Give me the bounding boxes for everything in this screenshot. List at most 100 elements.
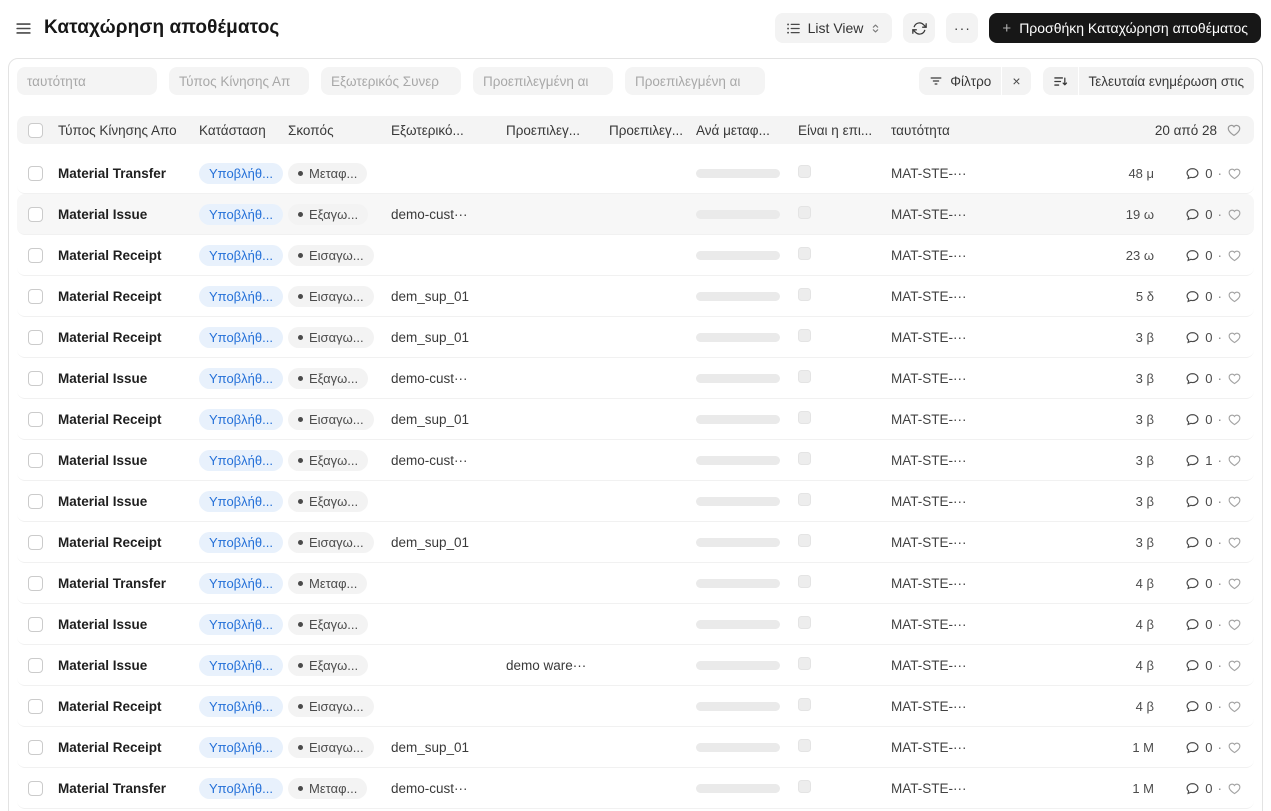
table-row[interactable]: Material Receipt Υποβλήθ... Εισαγω... MA…	[17, 235, 1254, 276]
comment-bubble-icon[interactable]	[1185, 166, 1200, 181]
entry-type-link[interactable]: Material Receipt	[58, 535, 199, 550]
entry-type-link[interactable]: Material Receipt	[58, 740, 199, 755]
heart-icon[interactable]	[1227, 248, 1242, 263]
row-checkbox[interactable]	[28, 206, 43, 222]
comment-count[interactable]: 0	[1205, 781, 1212, 796]
comment-count[interactable]: 0	[1205, 207, 1212, 222]
document-id[interactable]: MAT-STE-···	[891, 494, 1102, 509]
entry-type-link[interactable]: Material Issue	[58, 371, 199, 386]
document-id[interactable]: MAT-STE-···	[891, 576, 1102, 591]
row-checkbox[interactable]	[28, 657, 43, 673]
entry-type-link[interactable]: Material Receipt	[58, 330, 199, 345]
row-checkbox[interactable]	[28, 575, 43, 591]
table-row[interactable]: Material Transfer Υποβλήθ... Μεταφ... MA…	[17, 153, 1254, 194]
comment-bubble-icon[interactable]	[1185, 535, 1200, 550]
comment-count[interactable]: 0	[1205, 371, 1212, 386]
entry-type-link[interactable]: Material Issue	[58, 617, 199, 632]
table-row[interactable]: Material Receipt Υποβλήθ... Εισαγω... de…	[17, 276, 1254, 317]
document-id[interactable]: MAT-STE-···	[891, 658, 1102, 673]
document-id[interactable]: MAT-STE-···	[891, 535, 1102, 550]
heart-icon[interactable]	[1227, 371, 1242, 386]
col-header-default-target[interactable]: Προεπιλεγ...	[609, 123, 696, 138]
row-checkbox[interactable]	[28, 534, 43, 550]
filter-external-party-input[interactable]	[321, 67, 461, 95]
table-row[interactable]: Material Issue Υποβλήθ... Εξαγω... demo …	[17, 645, 1254, 686]
document-id[interactable]: MAT-STE-···	[891, 248, 1102, 263]
heart-icon[interactable]	[1227, 781, 1242, 796]
entry-type-link[interactable]: Material Transfer	[58, 166, 199, 181]
col-header-default-source[interactable]: Προεπιλεγ...	[506, 123, 609, 138]
comment-count[interactable]: 0	[1205, 412, 1212, 427]
document-id[interactable]: MAT-STE-···	[891, 453, 1102, 468]
heart-icon[interactable]	[1227, 617, 1242, 632]
comment-bubble-icon[interactable]	[1185, 494, 1200, 509]
table-row[interactable]: Material Issue Υποβλήθ... Εξαγω... MAT-S…	[17, 481, 1254, 522]
heart-icon[interactable]	[1227, 330, 1242, 345]
heart-icon[interactable]	[1227, 412, 1242, 427]
sort-direction-button[interactable]	[1043, 67, 1078, 95]
row-checkbox[interactable]	[28, 329, 43, 345]
heart-icon[interactable]	[1227, 535, 1242, 550]
comment-count[interactable]: 0	[1205, 617, 1212, 632]
table-row[interactable]: Material Transfer Υποβλήθ... Μεταφ... de…	[17, 768, 1254, 809]
col-header-id[interactable]: ταυτότητα	[891, 123, 950, 138]
row-checkbox[interactable]	[28, 698, 43, 714]
col-header-is-return[interactable]: Είναι η επι...	[798, 123, 891, 138]
entry-type-link[interactable]: Material Receipt	[58, 248, 199, 263]
entry-type-link[interactable]: Material Receipt	[58, 699, 199, 714]
comment-bubble-icon[interactable]	[1185, 699, 1200, 714]
document-id[interactable]: MAT-STE-···	[891, 699, 1102, 714]
row-checkbox[interactable]	[28, 370, 43, 386]
liked-filter-heart-icon[interactable]	[1226, 122, 1242, 138]
comment-bubble-icon[interactable]	[1185, 740, 1200, 755]
comment-bubble-icon[interactable]	[1185, 412, 1200, 427]
col-header-entry-type[interactable]: Τύπος Κίνησης Απο	[58, 123, 199, 138]
comment-bubble-icon[interactable]	[1185, 781, 1200, 796]
view-switcher-button[interactable]: List View	[774, 13, 893, 43]
comment-count[interactable]: 0	[1205, 166, 1212, 181]
row-checkbox[interactable]	[28, 780, 43, 796]
comment-count[interactable]: 0	[1205, 740, 1212, 755]
more-options-button[interactable]: ···	[946, 13, 979, 43]
comment-bubble-icon[interactable]	[1185, 453, 1200, 468]
comment-bubble-icon[interactable]	[1185, 658, 1200, 673]
comment-count[interactable]: 0	[1205, 494, 1212, 509]
comment-count[interactable]: 0	[1205, 330, 1212, 345]
hamburger-icon[interactable]	[10, 15, 36, 41]
table-row[interactable]: Material Receipt Υποβλήθ... Εισαγω... de…	[17, 727, 1254, 768]
comment-count[interactable]: 0	[1205, 289, 1212, 304]
heart-icon[interactable]	[1227, 207, 1242, 222]
document-id[interactable]: MAT-STE-···	[891, 166, 1102, 181]
select-all-checkbox[interactable]	[28, 122, 43, 138]
result-count[interactable]: 20 από 28	[1155, 123, 1217, 138]
document-id[interactable]: MAT-STE-···	[891, 412, 1102, 427]
comment-count[interactable]: 0	[1205, 248, 1212, 263]
heart-icon[interactable]	[1227, 494, 1242, 509]
add-stock-entry-button[interactable]: + Προσθήκη Καταχώρηση αποθέματος	[989, 13, 1261, 43]
row-checkbox[interactable]	[28, 411, 43, 427]
comment-bubble-icon[interactable]	[1185, 248, 1200, 263]
heart-icon[interactable]	[1227, 453, 1242, 468]
row-checkbox[interactable]	[28, 616, 43, 632]
col-header-external[interactable]: Εξωτερικό...	[391, 123, 506, 138]
comment-count[interactable]: 0	[1205, 699, 1212, 714]
row-checkbox[interactable]	[28, 247, 43, 263]
table-row[interactable]: Material Receipt Υποβλήθ... Εισαγω... de…	[17, 399, 1254, 440]
row-checkbox[interactable]	[28, 288, 43, 304]
filter-button[interactable]: Φίλτρο	[919, 67, 1001, 95]
comment-bubble-icon[interactable]	[1185, 617, 1200, 632]
document-id[interactable]: MAT-STE-···	[891, 330, 1102, 345]
entry-type-link[interactable]: Material Transfer	[58, 576, 199, 591]
heart-icon[interactable]	[1227, 576, 1242, 591]
filter-id-input[interactable]	[17, 67, 157, 95]
comment-bubble-icon[interactable]	[1185, 207, 1200, 222]
comment-bubble-icon[interactable]	[1185, 576, 1200, 591]
document-id[interactable]: MAT-STE-···	[891, 781, 1102, 796]
entry-type-link[interactable]: Material Issue	[58, 658, 199, 673]
col-header-status[interactable]: Κατάσταση	[199, 123, 288, 138]
clear-filter-button[interactable]: ×	[1002, 67, 1030, 95]
document-id[interactable]: MAT-STE-···	[891, 617, 1102, 632]
filter-default-target-input[interactable]	[625, 67, 765, 95]
row-checkbox[interactable]	[28, 452, 43, 468]
heart-icon[interactable]	[1227, 166, 1242, 181]
